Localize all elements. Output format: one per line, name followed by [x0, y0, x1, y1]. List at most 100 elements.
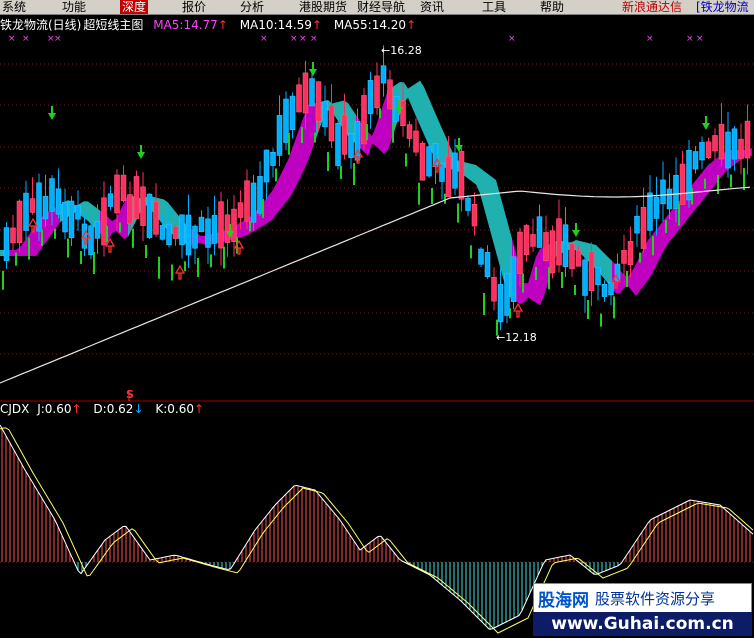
candle-body — [172, 226, 179, 239]
candle-body — [744, 120, 751, 159]
candle-body — [29, 198, 36, 213]
band-segment — [308, 104, 312, 161]
candle-body — [575, 250, 582, 267]
candle-body — [445, 155, 452, 197]
band-segment — [300, 116, 304, 178]
red-up-arrow-icon — [512, 302, 524, 318]
candle-body — [322, 101, 328, 128]
candle-body — [36, 182, 42, 232]
candle-body — [244, 180, 250, 222]
candle-body — [374, 75, 380, 109]
band-segment — [416, 80, 420, 126]
candle-body — [543, 232, 549, 261]
candle-body — [666, 188, 673, 210]
cross-marker-icon: × — [290, 34, 298, 44]
candle-body — [432, 142, 439, 168]
candle-body — [556, 218, 562, 266]
candle-body — [367, 80, 374, 115]
band-segment — [604, 253, 608, 284]
green-down-arrow-icon — [309, 62, 317, 76]
candle-body — [159, 225, 166, 240]
band-segment — [48, 209, 52, 240]
candle-body — [120, 174, 127, 201]
band-segment — [472, 164, 476, 185]
candle-body — [296, 84, 302, 113]
candle-body — [257, 176, 263, 214]
band-segment — [280, 168, 284, 210]
band-segment — [700, 170, 704, 204]
candle-body — [101, 197, 107, 246]
band-segment — [376, 114, 380, 150]
candle-body — [387, 79, 393, 110]
band-segment — [292, 138, 296, 194]
candle-body — [582, 259, 588, 296]
cross-marker-icon: × — [646, 34, 654, 44]
candle-body — [231, 208, 237, 243]
candle-body — [315, 81, 322, 122]
candle-body — [309, 78, 315, 107]
cross-marker-icon: × — [310, 34, 318, 44]
candle-body — [699, 142, 705, 161]
cross-markers: × × × × × × × × × × × × — [8, 34, 704, 44]
candle-body — [68, 200, 75, 239]
band-segment — [272, 184, 276, 220]
band-segment — [492, 177, 496, 252]
cross-marker-icon: × — [508, 34, 516, 44]
candle-body — [517, 231, 523, 274]
band-segment — [120, 203, 124, 239]
band-segment — [524, 282, 528, 303]
candle-body — [140, 186, 146, 226]
band-segment — [312, 103, 316, 150]
candle-body — [471, 204, 478, 227]
green-down-arrow-icon — [572, 223, 580, 237]
band-segment — [632, 264, 636, 296]
candle-body — [348, 133, 354, 158]
candle-body — [114, 174, 120, 214]
band-segment — [712, 159, 716, 189]
band-segment — [296, 127, 300, 186]
cross-marker-icon: × — [22, 34, 30, 44]
cross-marker-icon: × — [8, 34, 16, 44]
band-segment — [0, 250, 4, 256]
band-segment — [20, 241, 24, 256]
watermark-banner: 股海网 股票软件资源分享 — [533, 583, 752, 613]
candle-body — [211, 215, 218, 244]
band-segment — [268, 191, 272, 223]
band-segment — [476, 165, 480, 194]
candle-body — [458, 150, 465, 200]
candle-body — [504, 273, 510, 316]
candle-body — [250, 182, 257, 223]
candle-body — [88, 225, 94, 256]
band-segment — [488, 174, 492, 238]
candle-body — [413, 130, 419, 153]
candle-body — [601, 284, 608, 297]
candle-body — [660, 179, 666, 205]
candle-body — [406, 124, 413, 139]
candle-body — [679, 163, 686, 205]
candle-body — [705, 141, 712, 159]
candle-body — [640, 207, 647, 249]
candle-body — [426, 146, 432, 177]
green-down-arrow-icon — [137, 145, 145, 159]
band-segment — [276, 176, 280, 215]
cross-marker-icon: × — [260, 34, 268, 44]
candle-body — [205, 218, 211, 248]
candle-body — [198, 216, 205, 232]
candle-body — [484, 252, 491, 278]
candle-body — [562, 224, 569, 267]
band-segment — [404, 82, 408, 102]
candle-body — [653, 196, 660, 219]
band-segment — [288, 149, 292, 200]
watermark-slogan: 股票软件资源分享 — [595, 589, 716, 608]
red-up-arrow-icon — [174, 264, 186, 280]
band-segment — [528, 270, 532, 300]
candle-body — [491, 277, 497, 302]
candle-body — [452, 152, 458, 189]
candle-body — [692, 151, 699, 170]
candle-body — [270, 151, 276, 166]
candle-body — [179, 214, 185, 246]
candle-body — [23, 192, 29, 231]
chart-canvas[interactable]: × × × × × × × × × × × × ←16.28 ←12.18 S — [0, 0, 754, 638]
candle-body — [10, 227, 16, 244]
band-segment — [648, 235, 652, 280]
